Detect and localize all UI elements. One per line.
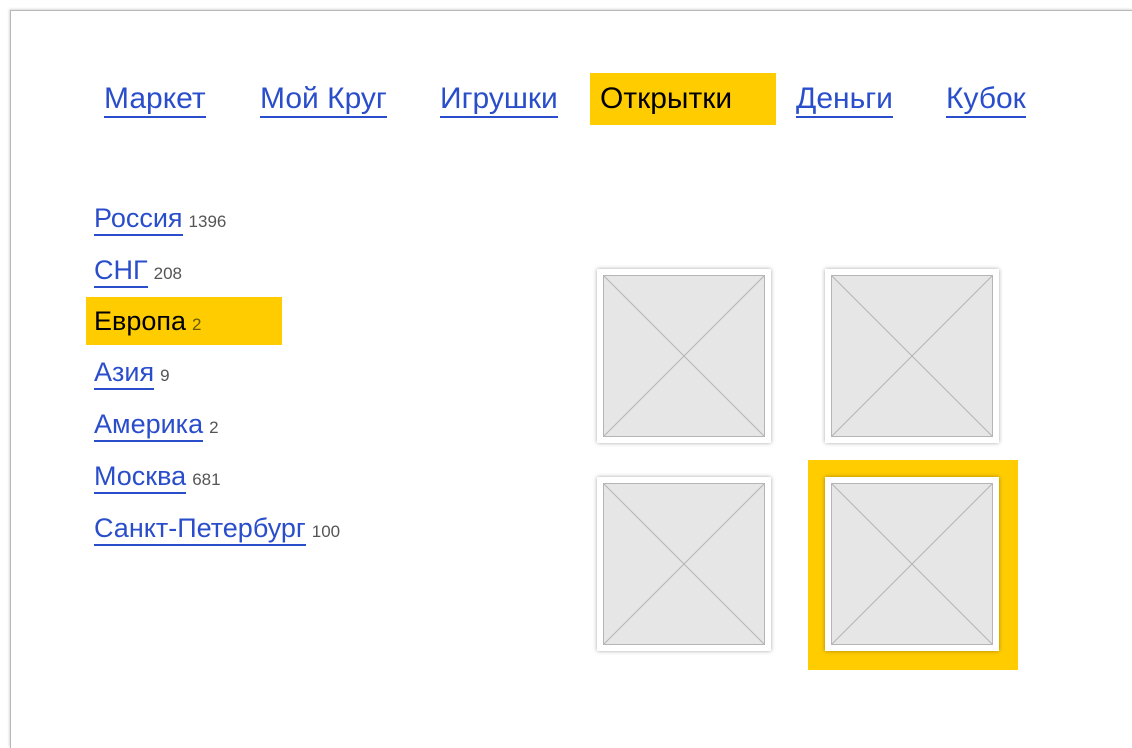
region-item-asia[interactable]: Азия 9 <box>86 348 178 396</box>
image-placeholder-icon <box>831 275 993 437</box>
region-item-europe[interactable]: Европа 2 <box>86 297 282 345</box>
image-placeholder-icon <box>603 483 765 645</box>
nav-item-postcards[interactable]: Открытки <box>590 73 776 125</box>
region-name: Россия <box>94 203 183 236</box>
region-count: 1396 <box>188 212 227 231</box>
region-count: 681 <box>192 470 221 489</box>
region-item-america[interactable]: Америка 2 <box>86 400 227 448</box>
postcard-frame <box>597 269 771 443</box>
page-frame: Маркет Мой Круг Игрушки Открытки Деньги … <box>10 10 1132 748</box>
region-item-cis[interactable]: СНГ 208 <box>86 246 190 294</box>
nav-item-label: Деньги <box>796 82 893 118</box>
postcard-frame <box>825 477 999 651</box>
image-placeholder-icon <box>831 483 993 645</box>
region-count: 100 <box>311 522 341 541</box>
postcard-frame <box>825 269 999 443</box>
nav-item-moi-krug[interactable]: Мой Круг <box>250 73 397 125</box>
nav-item-label: Мой Круг <box>260 82 387 118</box>
region-name: Санкт-Петербург <box>94 513 306 546</box>
region-count: 2 <box>209 418 219 437</box>
region-item-russia[interactable]: Россия 1396 <box>86 194 234 242</box>
region-item-moscow[interactable]: Москва 681 <box>86 452 229 500</box>
nav-item-cup[interactable]: Кубок <box>936 73 1036 125</box>
nav-item-label: Открытки <box>600 82 733 115</box>
region-name: Москва <box>94 461 187 494</box>
nav-item-market[interactable]: Маркет <box>94 73 216 125</box>
postcard-thumbnail[interactable] <box>580 252 790 462</box>
image-placeholder-icon <box>603 275 765 437</box>
nav-item-label: Маркет <box>104 82 206 118</box>
postcard-thumbnail-selected[interactable] <box>808 460 1018 670</box>
region-count: 208 <box>153 264 182 283</box>
postcard-thumbnail[interactable] <box>808 252 1018 462</box>
nav-item-toys[interactable]: Игрушки <box>430 73 568 125</box>
region-count: 9 <box>160 366 170 385</box>
nav-item-label: Кубок <box>946 82 1026 118</box>
region-name: СНГ <box>94 255 148 288</box>
region-item-saint-petersburg[interactable]: Санкт-Петербург 100 <box>86 504 348 552</box>
region-count: 2 <box>192 315 202 334</box>
region-name: Азия <box>94 357 155 390</box>
nav-item-money[interactable]: Деньги <box>786 73 903 125</box>
postcard-frame <box>597 477 771 651</box>
region-name: Америка <box>94 409 204 442</box>
postcard-thumbnail[interactable] <box>580 460 790 670</box>
region-name: Европа <box>94 306 187 336</box>
nav-item-label: Игрушки <box>440 82 558 118</box>
